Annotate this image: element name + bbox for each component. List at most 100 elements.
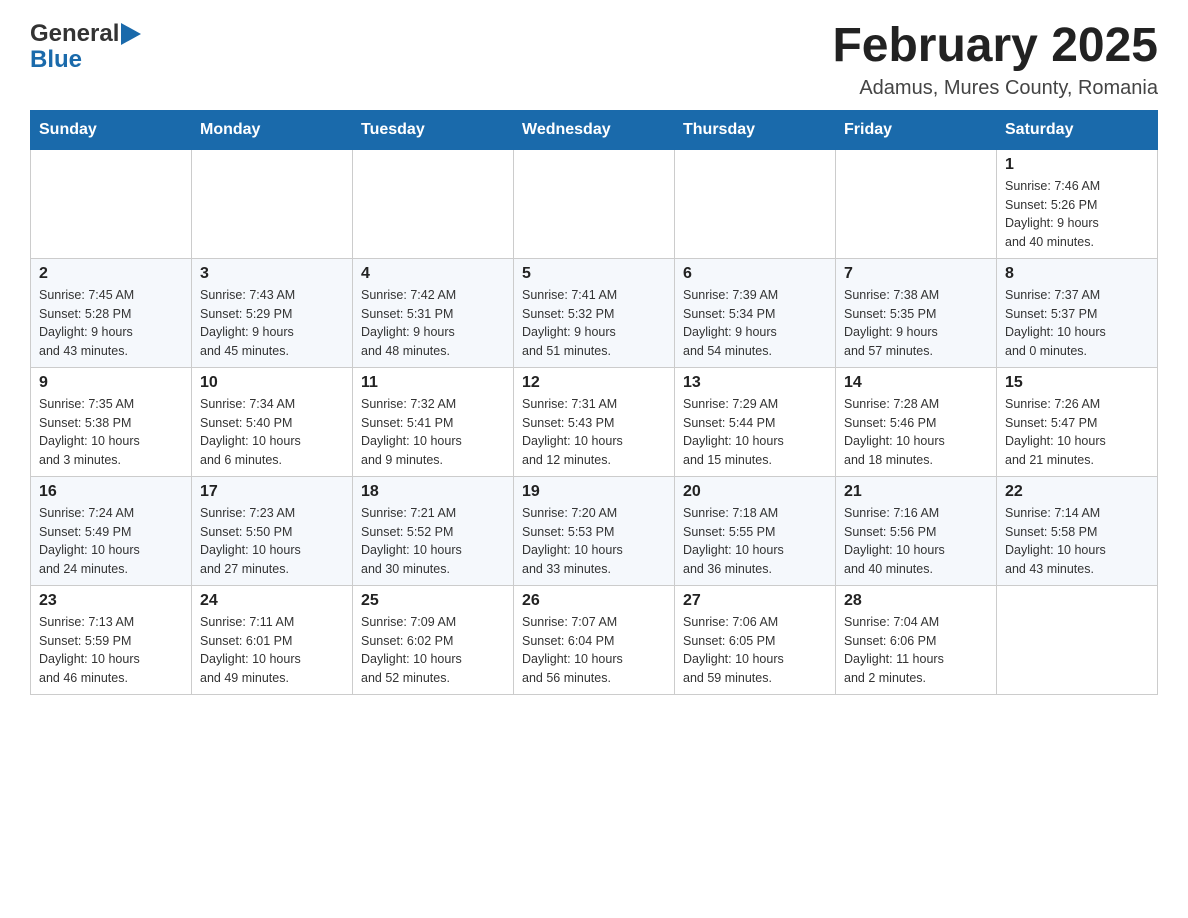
calendar-cell: 14 Sunrise: 7:28 AMSunset: 5:46 PMDayligh… <box>836 367 997 476</box>
page-header: General Blue February 2025 Adamus, Mures… <box>30 20 1158 100</box>
day-number: 21 <box>844 483 988 501</box>
weekday-header-monday: Monday <box>192 110 353 149</box>
calendar-cell: 24 Sunrise: 7:11 AMSunset: 6:01 PMDayligh… <box>192 585 353 694</box>
calendar-cell <box>353 149 514 258</box>
calendar-cell <box>997 585 1158 694</box>
day-info: Sunrise: 7:45 AMSunset: 5:28 PMDaylight:… <box>39 286 183 361</box>
day-info: Sunrise: 7:04 AMSunset: 6:06 PMDaylight:… <box>844 613 988 688</box>
calendar-cell: 19 Sunrise: 7:20 AMSunset: 5:53 PMDayligh… <box>514 476 675 585</box>
day-number: 6 <box>683 265 827 283</box>
calendar-title: February 2025 <box>832 20 1158 73</box>
calendar-cell: 20 Sunrise: 7:18 AMSunset: 5:55 PMDayligh… <box>675 476 836 585</box>
logo: General Blue <box>30 20 141 74</box>
day-number: 10 <box>200 374 344 392</box>
weekday-header-sunday: Sunday <box>31 110 192 149</box>
calendar-cell: 25Sunrise: 7:09 AMSunset: 6:02 PMDayligh… <box>353 585 514 694</box>
day-number: 18 <box>361 483 505 501</box>
logo-blue-text: Blue <box>30 46 82 74</box>
day-number: 2 <box>39 265 183 283</box>
day-info: Sunrise: 7:13 AMSunset: 5:59 PMDaylight:… <box>39 613 183 688</box>
logo-triangle-icon <box>121 23 141 45</box>
weekday-header-thursday: Thursday <box>675 110 836 149</box>
calendar-cell <box>836 149 997 258</box>
day-number: 24 <box>200 592 344 610</box>
day-number: 12 <box>522 374 666 392</box>
day-number: 8 <box>1005 265 1149 283</box>
weekday-header-tuesday: Tuesday <box>353 110 514 149</box>
day-number: 15 <box>1005 374 1149 392</box>
day-info: Sunrise: 7:21 AMSunset: 5:52 PMDaylight:… <box>361 504 505 579</box>
day-info: Sunrise: 7:06 AMSunset: 6:05 PMDaylight:… <box>683 613 827 688</box>
calendar-cell: 15 Sunrise: 7:26 AMSunset: 5:47 PMDayligh… <box>997 367 1158 476</box>
day-number: 19 <box>522 483 666 501</box>
calendar-week-2: 2 Sunrise: 7:45 AMSunset: 5:28 PMDaylight… <box>31 258 1158 367</box>
day-number: 1 <box>1005 156 1149 174</box>
calendar-cell: 8Sunrise: 7:37 AMSunset: 5:37 PMDaylight… <box>997 258 1158 367</box>
day-info: Sunrise: 7:23 AMSunset: 5:50 PMDaylight:… <box>200 504 344 579</box>
calendar-cell: 2 Sunrise: 7:45 AMSunset: 5:28 PMDaylight… <box>31 258 192 367</box>
calendar-subtitle: Adamus, Mures County, Romania <box>832 77 1158 100</box>
day-number: 13 <box>683 374 827 392</box>
calendar-cell: 5 Sunrise: 7:41 AMSunset: 5:32 PMDaylight… <box>514 258 675 367</box>
calendar-cell: 18 Sunrise: 7:21 AMSunset: 5:52 PMDayligh… <box>353 476 514 585</box>
day-info: Sunrise: 7:20 AMSunset: 5:53 PMDaylight:… <box>522 504 666 579</box>
calendar-cell <box>514 149 675 258</box>
day-info: Sunrise: 7:41 AMSunset: 5:32 PMDaylight:… <box>522 286 666 361</box>
calendar-cell: 26Sunrise: 7:07 AMSunset: 6:04 PMDayligh… <box>514 585 675 694</box>
day-info: Sunrise: 7:28 AMSunset: 5:46 PMDaylight:… <box>844 395 988 470</box>
calendar-week-4: 16Sunrise: 7:24 AMSunset: 5:49 PMDayligh… <box>31 476 1158 585</box>
day-number: 17 <box>200 483 344 501</box>
day-info: Sunrise: 7:24 AMSunset: 5:49 PMDaylight:… <box>39 504 183 579</box>
calendar-week-5: 23 Sunrise: 7:13 AMSunset: 5:59 PMDayligh… <box>31 585 1158 694</box>
calendar-week-3: 9 Sunrise: 7:35 AMSunset: 5:38 PMDaylight… <box>31 367 1158 476</box>
day-info: Sunrise: 7:43 AMSunset: 5:29 PMDaylight:… <box>200 286 344 361</box>
title-block: February 2025 Adamus, Mures County, Roma… <box>832 20 1158 100</box>
calendar-table: SundayMondayTuesdayWednesdayThursdayFrid… <box>30 110 1158 695</box>
calendar-cell: 23 Sunrise: 7:13 AMSunset: 5:59 PMDayligh… <box>31 585 192 694</box>
day-info: Sunrise: 7:35 AMSunset: 5:38 PMDaylight:… <box>39 395 183 470</box>
calendar-cell: 13 Sunrise: 7:29 AMSunset: 5:44 PMDayligh… <box>675 367 836 476</box>
day-info: Sunrise: 7:39 AMSunset: 5:34 PMDaylight:… <box>683 286 827 361</box>
day-number: 27 <box>683 592 827 610</box>
calendar-cell: 3 Sunrise: 7:43 AMSunset: 5:29 PMDaylight… <box>192 258 353 367</box>
calendar-cell: 6 Sunrise: 7:39 AMSunset: 5:34 PMDaylight… <box>675 258 836 367</box>
calendar-cell: 10Sunrise: 7:34 AMSunset: 5:40 PMDayligh… <box>192 367 353 476</box>
day-number: 11 <box>361 374 505 392</box>
day-number: 20 <box>683 483 827 501</box>
day-number: 28 <box>844 592 988 610</box>
calendar-cell: 1 Sunrise: 7:46 AMSunset: 5:26 PMDaylight… <box>997 149 1158 258</box>
calendar-cell: 22 Sunrise: 7:14 AMSunset: 5:58 PMDayligh… <box>997 476 1158 585</box>
weekday-header-saturday: Saturday <box>997 110 1158 149</box>
day-info: Sunrise: 7:29 AMSunset: 5:44 PMDaylight:… <box>683 395 827 470</box>
day-info: Sunrise: 7:18 AMSunset: 5:55 PMDaylight:… <box>683 504 827 579</box>
calendar-cell <box>675 149 836 258</box>
calendar-header-row: SundayMondayTuesdayWednesdayThursdayFrid… <box>31 110 1158 149</box>
day-info: Sunrise: 7:14 AMSunset: 5:58 PMDaylight:… <box>1005 504 1149 579</box>
day-info: Sunrise: 7:42 AMSunset: 5:31 PMDaylight:… <box>361 286 505 361</box>
day-number: 7 <box>844 265 988 283</box>
weekday-header-friday: Friday <box>836 110 997 149</box>
calendar-cell: 11 Sunrise: 7:32 AMSunset: 5:41 PMDayligh… <box>353 367 514 476</box>
logo-general-text: General <box>30 20 119 48</box>
day-number: 9 <box>39 374 183 392</box>
day-number: 5 <box>522 265 666 283</box>
calendar-cell <box>31 149 192 258</box>
day-info: Sunrise: 7:16 AMSunset: 5:56 PMDaylight:… <box>844 504 988 579</box>
day-number: 23 <box>39 592 183 610</box>
day-number: 3 <box>200 265 344 283</box>
day-number: 14 <box>844 374 988 392</box>
day-info: Sunrise: 7:32 AMSunset: 5:41 PMDaylight:… <box>361 395 505 470</box>
day-info: Sunrise: 7:38 AMSunset: 5:35 PMDaylight:… <box>844 286 988 361</box>
day-info: Sunrise: 7:31 AMSunset: 5:43 PMDaylight:… <box>522 395 666 470</box>
calendar-week-1: 1 Sunrise: 7:46 AMSunset: 5:26 PMDaylight… <box>31 149 1158 258</box>
day-info: Sunrise: 7:26 AMSunset: 5:47 PMDaylight:… <box>1005 395 1149 470</box>
day-number: 26 <box>522 592 666 610</box>
day-info: Sunrise: 7:46 AMSunset: 5:26 PMDaylight:… <box>1005 177 1149 252</box>
calendar-cell: 7 Sunrise: 7:38 AMSunset: 5:35 PMDaylight… <box>836 258 997 367</box>
calendar-cell: 12 Sunrise: 7:31 AMSunset: 5:43 PMDayligh… <box>514 367 675 476</box>
calendar-cell: 4Sunrise: 7:42 AMSunset: 5:31 PMDaylight… <box>353 258 514 367</box>
calendar-cell: 17 Sunrise: 7:23 AMSunset: 5:50 PMDayligh… <box>192 476 353 585</box>
day-info: Sunrise: 7:11 AMSunset: 6:01 PMDaylight:… <box>200 613 344 688</box>
day-number: 22 <box>1005 483 1149 501</box>
calendar-cell: 16Sunrise: 7:24 AMSunset: 5:49 PMDayligh… <box>31 476 192 585</box>
